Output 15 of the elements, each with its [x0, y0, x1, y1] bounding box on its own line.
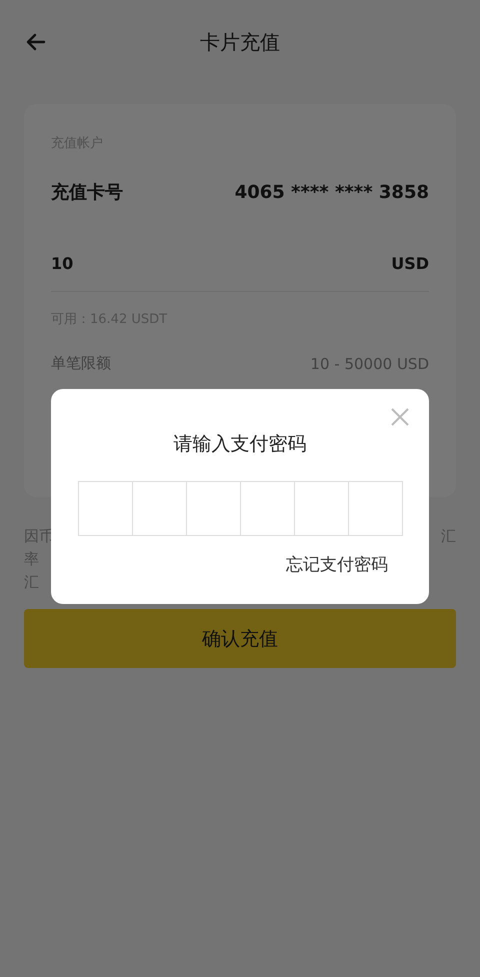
currency-label: USD — [391, 254, 429, 273]
pin-box[interactable] — [240, 481, 294, 536]
pin-box[interactable] — [186, 481, 240, 536]
pin-box[interactable] — [294, 481, 348, 536]
pin-box[interactable] — [132, 481, 186, 536]
forgot-password-link[interactable]: 忘记支付密码 — [286, 553, 388, 576]
confirm-button[interactable]: 确认充值 — [24, 609, 456, 668]
page-title: 卡片充值 — [200, 28, 280, 56]
close-icon[interactable] — [390, 407, 410, 427]
card-number: 4065 **** **** 3858 — [234, 182, 429, 202]
pin-box[interactable] — [348, 481, 402, 536]
card-label: 充值卡号 — [51, 181, 123, 204]
amount-value[interactable]: 10 — [51, 254, 74, 273]
dialog-title: 请输入支付密码 — [174, 432, 306, 457]
pin-box[interactable] — [78, 481, 132, 536]
